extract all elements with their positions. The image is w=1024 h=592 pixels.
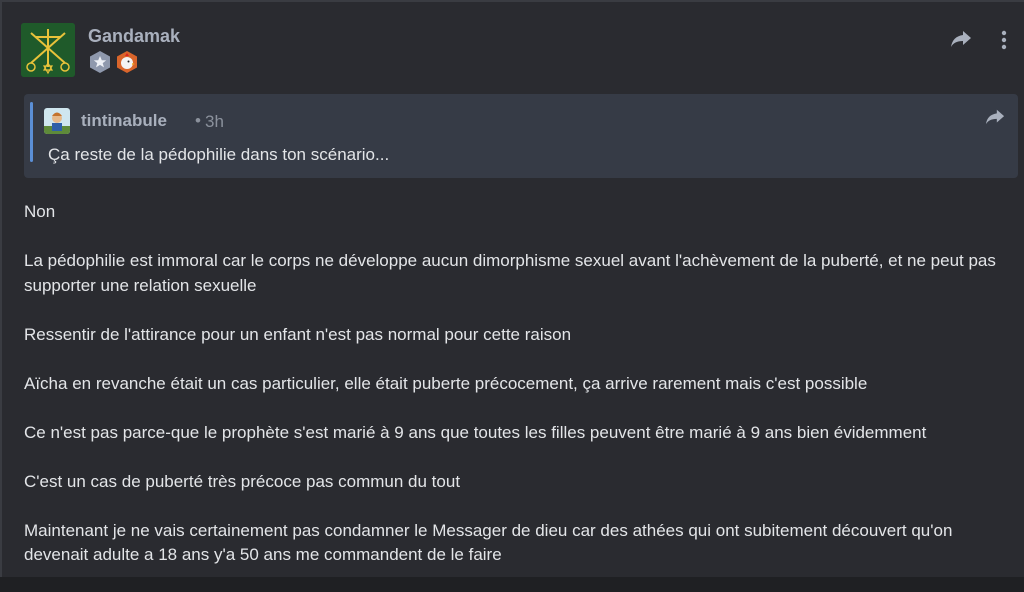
post-paragraph: Ce n'est pas parce-que le prophète s'est… [24, 422, 927, 442]
post-paragraph: C'est un cas de puberté très précoce pas… [24, 471, 461, 491]
quote-separator: • [195, 111, 201, 130]
post-body: Non La pédophilie est immoral car le cor… [24, 200, 1004, 592]
quote-author-avatar[interactable] [44, 108, 70, 134]
quote-share-arrow-icon[interactable] [984, 107, 1006, 127]
forum-post: Gandamak tintinabule • 3h Ça reste de la… [0, 0, 1024, 577]
post-paragraph: Non [24, 202, 56, 221]
share-arrow-icon[interactable] [949, 28, 973, 50]
author-avatar[interactable] [21, 23, 75, 77]
post-paragraph: La pédophilie est immoral car le corps n… [24, 251, 996, 295]
chicken-badge[interactable] [115, 50, 139, 74]
author-badges [88, 50, 139, 74]
quote-author-name[interactable]: tintinabule [81, 111, 167, 131]
author-name[interactable]: Gandamak [88, 26, 180, 47]
quote-text: Ça reste de la pédophilie dans ton scéna… [48, 145, 390, 164]
silver-star-badge[interactable] [88, 50, 112, 74]
post-paragraph: Aïcha en revanche était un cas particuli… [24, 373, 868, 393]
quote-timestamp: 3h [205, 112, 224, 131]
post-paragraph: Maintenant je ne vais certainement pas c… [24, 520, 953, 565]
quote-accent-bar [30, 102, 33, 162]
more-vertical-icon[interactable] [995, 28, 1013, 52]
post-paragraph: Ressentir de l'attirance pour un enfant … [24, 324, 572, 344]
quoted-message[interactable]: tintinabule • 3h Ça reste de la pédophil… [24, 94, 1018, 178]
